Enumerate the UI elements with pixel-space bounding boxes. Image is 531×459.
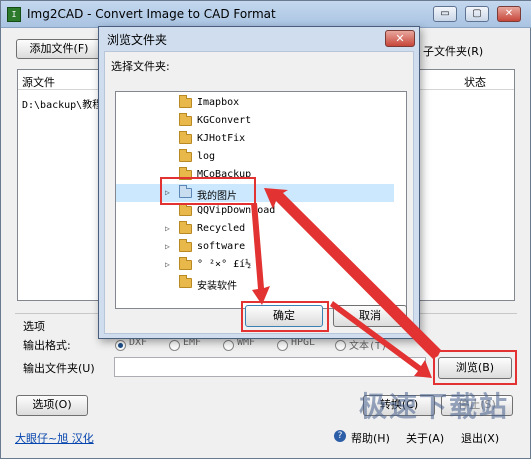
arrow-to-tree-item bbox=[264, 188, 441, 359]
arrow-to-ok-button bbox=[251, 203, 270, 305]
annotation-arrows bbox=[251, 188, 441, 378]
